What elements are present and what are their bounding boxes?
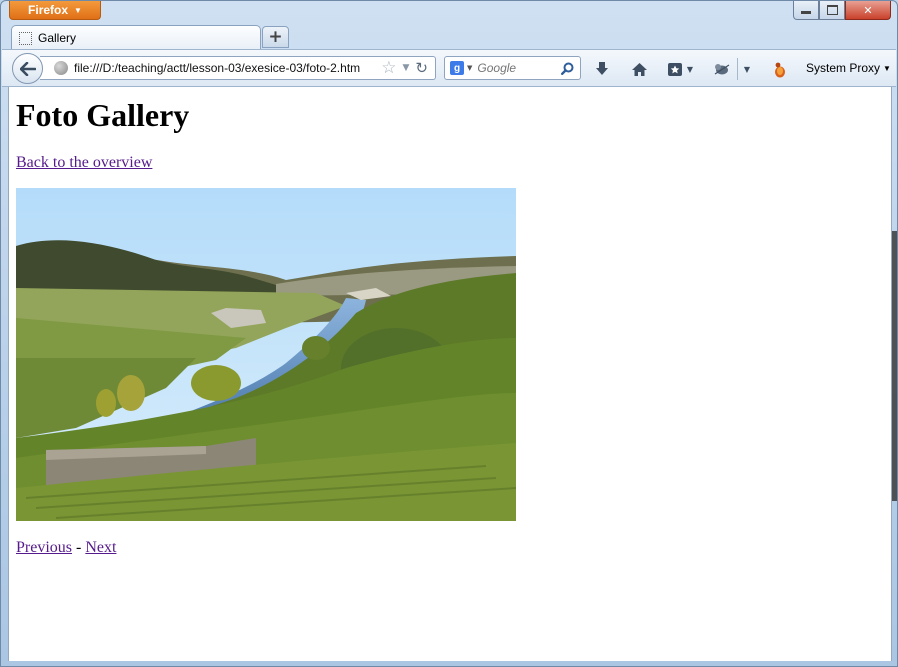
star-icon[interactable]: ☆ [381,58,396,78]
bookmarks-icon [667,62,682,76]
back-to-overview-link[interactable]: Back to the overview [16,154,152,172]
maximize-icon [826,5,838,15]
reload-icon[interactable]: ↻ [415,59,428,77]
search-icon[interactable] [561,62,574,75]
new-tab-button[interactable]: + [262,26,289,48]
page-title: Foto Gallery [16,97,190,133]
pager-separator: - [72,539,86,556]
proxy-label: System Proxy [806,61,881,75]
maximize-button[interactable] [819,1,845,20]
chevron-down-icon: ▼ [743,64,751,74]
url-bar[interactable]: file:///D:/teaching/actt/lesson-03/exesi… [40,56,436,80]
back-arrow-icon [19,61,36,76]
home-icon [631,62,647,76]
back-button[interactable] [12,53,43,84]
gallery-photo [16,188,516,521]
addon-button[interactable] [711,59,733,79]
globe-icon [54,61,68,75]
navigation-toolbar: file:///D:/teaching/actt/lesson-03/exesi… [2,49,896,87]
tab-gallery[interactable]: Gallery [11,25,261,50]
chevron-down-icon: ▼ [883,63,891,73]
page-content: Foto Gallery Back to the overview Previo… [8,87,892,661]
download-icon [596,62,608,75]
minimize-icon [801,11,811,14]
dropdown-icon[interactable]: ▼ [403,63,410,73]
pager: Previous - Next [16,539,116,557]
search-input[interactable] [477,61,558,75]
url-text[interactable]: file:///D:/teaching/actt/lesson-03/exesi… [74,61,381,75]
firefox-menu-label: Firefox [28,3,69,17]
close-icon: ✕ [863,3,873,17]
window-edge-shadow [892,231,897,501]
page-icon [19,31,32,45]
browser-window: Firefox ▼ ✕ Gallery + file:///D:/teachin… [0,0,898,667]
window-controls: ✕ [793,1,891,20]
previous-link[interactable]: Previous [16,539,72,556]
addon-icon [714,64,730,75]
next-link[interactable]: Next [85,539,116,556]
search-box[interactable]: g ▼ [444,56,581,80]
firefox-menu-button[interactable]: Firefox ▼ [9,1,101,20]
downloads-button[interactable] [592,59,612,79]
firebug-button[interactable] [769,59,791,79]
bookmarks-button[interactable]: ▼ [664,59,696,79]
home-button[interactable] [628,59,650,79]
chevron-down-icon: ▼ [686,64,694,74]
minimize-button[interactable] [793,1,819,20]
google-icon[interactable]: g [450,61,464,75]
chevron-down-icon: ▼ [74,5,82,15]
plus-icon: + [268,27,283,47]
close-button[interactable]: ✕ [845,1,891,20]
tab-title: Gallery [38,31,77,45]
overflow-menu-button[interactable]: ▼ [740,59,754,79]
proxy-selector[interactable]: System Proxy ▼ [806,61,891,75]
firebug-icon [775,62,785,77]
chevron-down-icon[interactable]: ▼ [467,64,472,72]
